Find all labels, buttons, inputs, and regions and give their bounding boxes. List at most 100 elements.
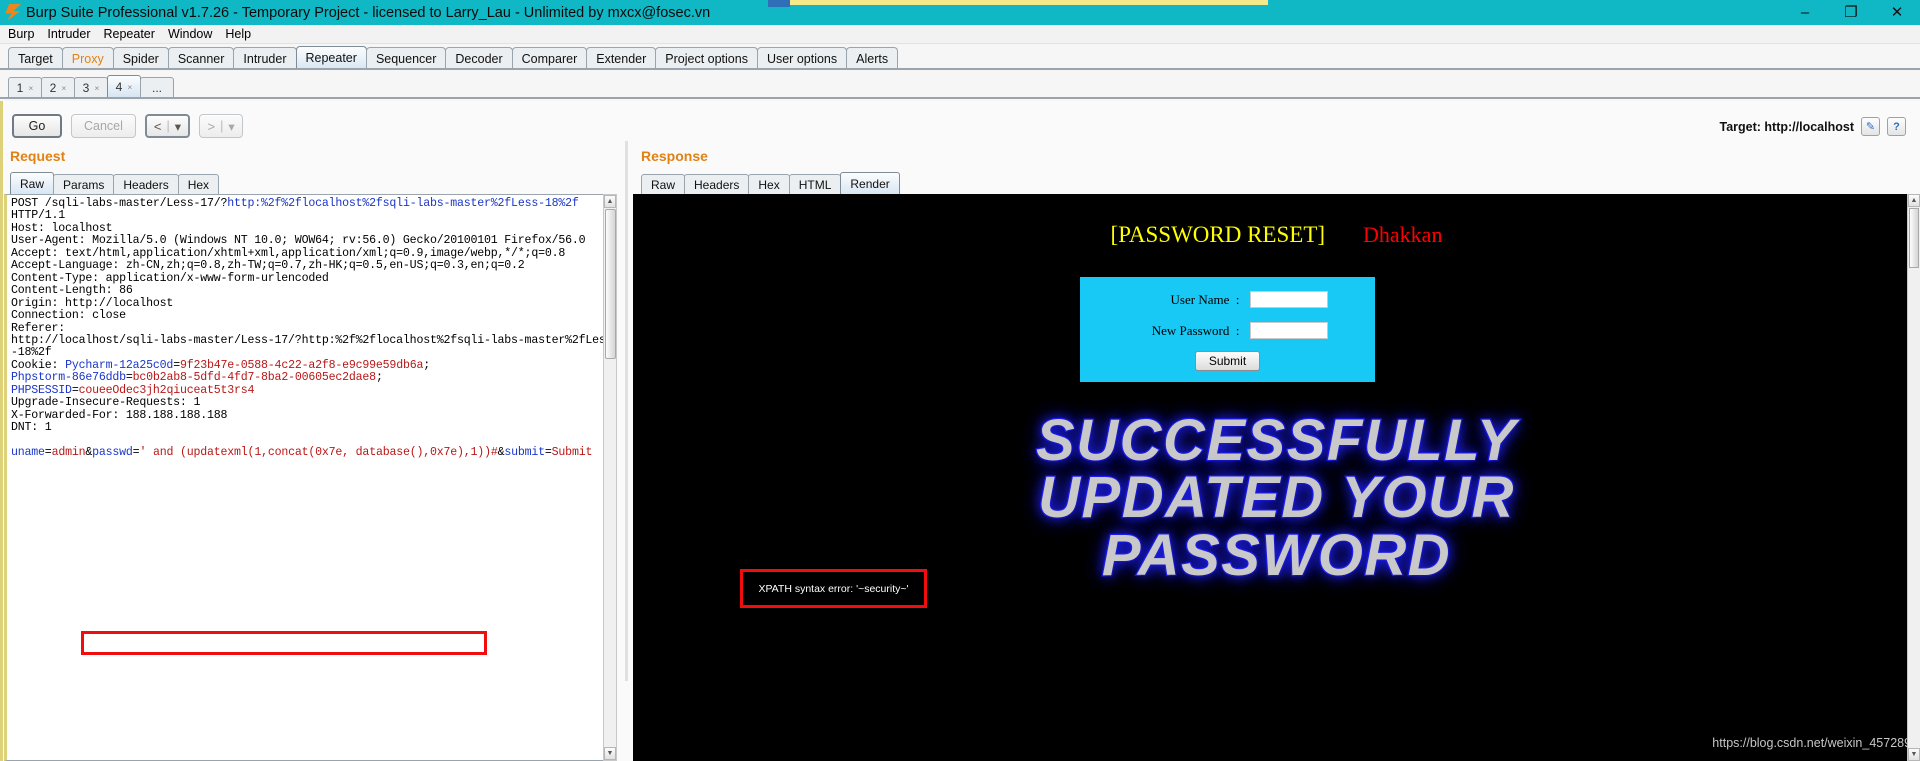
response-view-tabs: Raw Headers Hex HTML Render: [641, 172, 900, 194]
response-tab-render[interactable]: Render: [840, 172, 900, 194]
tab-sequencer[interactable]: Sequencer: [365, 47, 447, 69]
response-tab-headers[interactable]: Headers: [684, 174, 750, 194]
scroll-down-icon[interactable]: ▼: [604, 747, 616, 760]
tab-spider[interactable]: Spider: [112, 47, 169, 69]
forward-button[interactable]: > | ▾: [199, 114, 244, 138]
tab-extender[interactable]: Extender: [586, 47, 657, 69]
username-input[interactable]: [1249, 291, 1328, 308]
request-token: POST /sqli-labs-master/Less-17/?: [11, 197, 228, 210]
request-token: User-Agent: Mozilla/5.0 (Windows NT 10.0…: [11, 234, 586, 248]
repeater-tab-3[interactable]: 3 ×: [74, 77, 108, 98]
rendered-page: [PASSWORD RESET] Dhakkan User Name : New…: [633, 194, 1920, 761]
response-tab-hex[interactable]: Hex: [748, 174, 790, 194]
request-token: Content-Type: application/x-www-form-url…: [11, 271, 329, 285]
response-render-panel: [PASSWORD RESET] Dhakkan User Name : New…: [633, 194, 1920, 761]
request-token: 9f23b47e-0588-4c22-a2f8-e9c99e59db6a: [179, 358, 424, 372]
left-accent-bar: [0, 101, 3, 761]
menu-item-intruder[interactable]: Intruder: [47, 27, 90, 41]
tab-proxy[interactable]: Proxy: [61, 47, 114, 69]
password-reset-title: [PASSWORD RESET]: [1110, 222, 1326, 247]
close-tab-icon[interactable]: ×: [61, 83, 66, 93]
title-overlay-marker: [768, 0, 790, 7]
success-banner: SUCCESSFULLY UPDATED YOUR PASSWORD: [633, 410, 1920, 586]
request-token: submit: [504, 446, 545, 460]
request-raw-text[interactable]: POST /sqli-labs-master/Less-17/?http:%2f…: [11, 197, 613, 460]
request-token: coueeOdec3jh2qiuceat5t3rs4: [78, 383, 255, 397]
request-token: http:%2f%2flocalhost%2fsqli-labs-master%…: [227, 197, 579, 210]
tab-repeater[interactable]: Repeater: [295, 46, 367, 69]
repeater-tab-1[interactable]: 1 ×: [8, 77, 42, 98]
forward-arrow-icon: >: [207, 118, 216, 134]
response-scrollbar[interactable]: ▲ ▼: [1907, 194, 1920, 761]
request-tab-raw[interactable]: Raw: [10, 172, 55, 194]
repeater-tab-moremoremore[interactable]: ...: [140, 77, 174, 98]
repeater-tab-label: 1: [16, 81, 24, 95]
request-tab-hex[interactable]: Hex: [177, 174, 220, 194]
request-token: ;: [423, 358, 430, 372]
repeater-tab-label: ...: [151, 81, 162, 95]
scroll-thumb[interactable]: [605, 209, 616, 359]
request-token: Upgrade-Insecure-Requests: 1: [11, 396, 201, 410]
close-tab-icon[interactable]: ×: [28, 83, 33, 93]
xpath-error-text: XPATH syntax error: '~security~': [758, 582, 909, 595]
request-panel-title: Request: [10, 148, 66, 164]
response-tab-html[interactable]: HTML: [788, 174, 842, 194]
tab-alerts[interactable]: Alerts: [846, 47, 899, 69]
response-scroll-down-icon[interactable]: ▼: [1908, 748, 1920, 761]
close-button[interactable]: ✕: [1874, 0, 1920, 25]
submit-button[interactable]: Submit: [1194, 351, 1261, 371]
menu-item-repeater[interactable]: Repeater: [104, 27, 155, 41]
request-editor[interactable]: POST /sqli-labs-master/Less-17/?http:%2f…: [4, 194, 617, 761]
submit-row: Submit: [1080, 351, 1375, 371]
request-view-tabs: Raw Params Headers Hex: [10, 172, 220, 194]
request-token: HTTP/1.1: [11, 209, 66, 223]
request-line: http://localhost/sqli-labs-master/Less-1…: [11, 334, 613, 347]
response-scroll-up-icon[interactable]: ▲: [1908, 194, 1920, 207]
main-tab-strip: Target Proxy Spider Scanner Intruder Repeater…: [8, 46, 899, 69]
close-tab-icon[interactable]: ×: [127, 82, 132, 92]
response-scroll-thumb[interactable]: [1909, 208, 1919, 268]
maximize-button[interactable]: ❐: [1828, 0, 1874, 25]
menu-item-window[interactable]: Window: [168, 27, 212, 41]
tab-decoder[interactable]: Decoder: [445, 47, 513, 69]
tab-scanner[interactable]: Scanner: [167, 47, 235, 69]
new-password-label: New Password :: [1151, 322, 1240, 338]
target-info: Target: http://localhost ✎ ?: [1720, 117, 1906, 136]
request-token: http://localhost/sqli-labs-master/Less-1…: [11, 333, 613, 347]
panel-splitter[interactable]: [622, 101, 631, 761]
tab-target[interactable]: Target: [8, 47, 63, 69]
go-button[interactable]: Go: [12, 114, 62, 138]
tab-comparer[interactable]: Comparer: [511, 47, 588, 69]
repeater-tab-4[interactable]: 4 ×: [107, 75, 141, 98]
back-separator: |: [166, 119, 170, 133]
request-scrollbar[interactable]: ▲ ▼: [603, 194, 617, 761]
request-line: Connection: close: [11, 309, 607, 323]
response-tab-raw[interactable]: Raw: [641, 174, 686, 194]
request-token: X-Forwarded-For: 188.188.188.188: [11, 408, 228, 422]
cancel-button[interactable]: Cancel: [71, 114, 136, 138]
request-line: X-Forwarded-For: 188.188.188.188: [11, 408, 607, 422]
request-tab-params[interactable]: Params: [53, 174, 115, 194]
back-button[interactable]: < | ▾: [144, 114, 191, 138]
request-token: =: [544, 446, 552, 460]
repeater-tab-2[interactable]: 2 ×: [41, 77, 75, 98]
request-token: -18%2f: [11, 346, 52, 360]
scroll-up-icon[interactable]: ▲: [604, 195, 616, 208]
tab-intruder[interactable]: Intruder: [233, 47, 297, 69]
tab-project-options[interactable]: Project options: [655, 47, 758, 69]
request-token: Referer:: [11, 321, 66, 335]
minimize-button[interactable]: –: [1782, 0, 1828, 25]
request-token: admin: [51, 446, 86, 460]
help-button[interactable]: ?: [1887, 117, 1906, 136]
menu-item-burp[interactable]: Burp: [8, 27, 34, 41]
repeater-tab-label: 3: [82, 81, 90, 95]
request-token: Accept-Language: zh-CN,zh;q=0.8,zh-TW;q=…: [11, 259, 525, 273]
tab-user-options[interactable]: User options: [756, 47, 848, 69]
request-tab-headers[interactable]: Headers: [113, 174, 179, 194]
close-tab-icon[interactable]: ×: [94, 83, 99, 93]
edit-target-button[interactable]: ✎: [1861, 117, 1880, 136]
request-token: uname: [11, 446, 45, 460]
new-password-input[interactable]: [1249, 322, 1328, 339]
menu-item-help[interactable]: Help: [225, 27, 251, 41]
request-token: Connection: close: [11, 309, 126, 323]
